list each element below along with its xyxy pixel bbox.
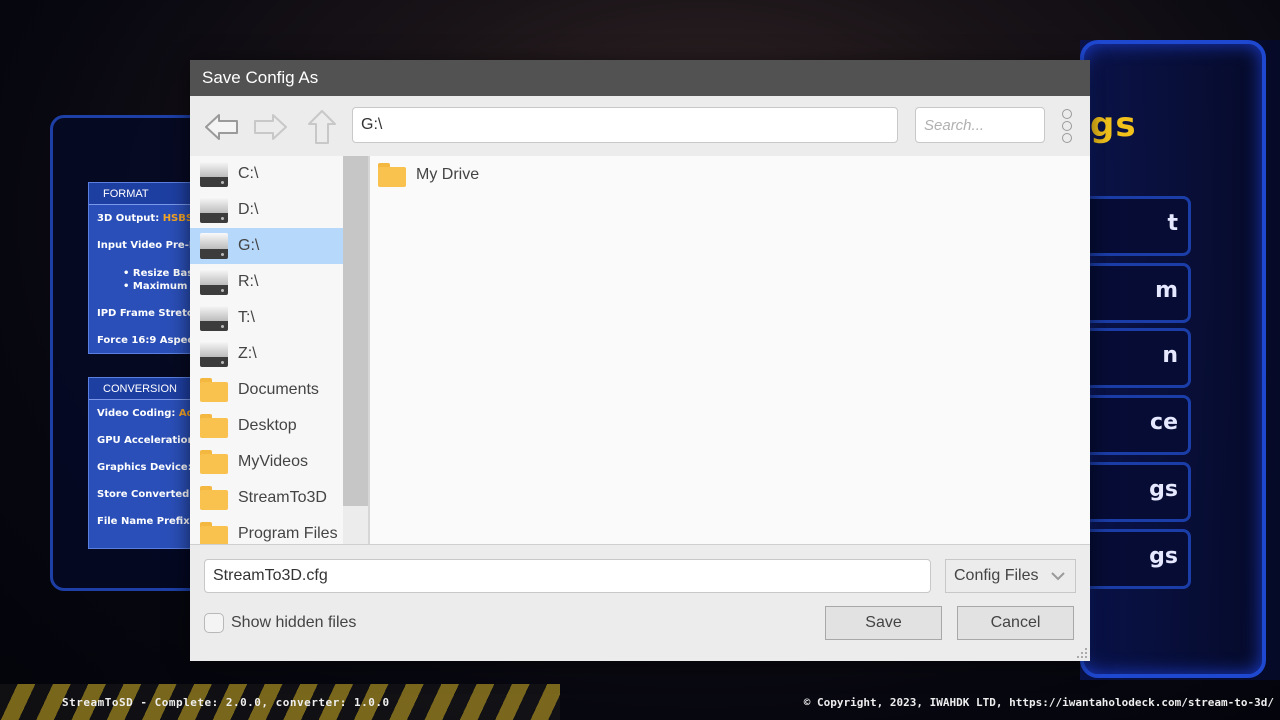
up-arrow-icon bbox=[308, 110, 336, 144]
folder-icon bbox=[200, 449, 228, 475]
format-header: FORMAT bbox=[89, 183, 194, 205]
sidebar-item-g-drive[interactable]: G:\ bbox=[190, 228, 343, 264]
drive-icon bbox=[200, 268, 228, 296]
show-hidden-label: Show hidden files bbox=[231, 614, 357, 631]
filename-input[interactable] bbox=[204, 559, 931, 593]
menu-item-3[interactable]: n bbox=[1080, 328, 1191, 388]
up-button[interactable] bbox=[304, 109, 340, 145]
sidebar-item-myvideos[interactable]: MyVideos bbox=[190, 444, 368, 480]
sidebar-scrollbar[interactable] bbox=[343, 156, 368, 544]
dialog-footer: Config Files Show hidden files Save Canc… bbox=[190, 544, 1090, 661]
chevron-down-icon bbox=[1051, 572, 1065, 581]
back-arrow-icon bbox=[205, 114, 238, 140]
format-row: IPD Frame Stretc bbox=[97, 308, 193, 319]
dialog-title: Save Config As bbox=[190, 60, 1090, 96]
copyright-text: © Copyright, 2023, IWAHDK LTD, https://i… bbox=[803, 696, 1274, 709]
save-config-dialog: Save Config As C:\ D:\ bbox=[190, 60, 1090, 661]
back-button[interactable] bbox=[204, 109, 240, 145]
file-type-select[interactable]: Config Files bbox=[945, 559, 1076, 593]
conversion-section: CONVERSION Video Coding: Adv GPU Acceler… bbox=[88, 377, 195, 549]
folder-icon bbox=[378, 162, 406, 188]
folder-icon bbox=[200, 485, 228, 511]
drive-icon bbox=[200, 196, 228, 224]
menu-item-4[interactable]: ce bbox=[1080, 395, 1191, 455]
file-item-my-drive[interactable]: My Drive bbox=[378, 162, 479, 188]
path-input[interactable] bbox=[352, 107, 898, 143]
sidebar-item-c-drive[interactable]: C:\ bbox=[190, 156, 368, 192]
file-type-value: Config Files bbox=[954, 567, 1039, 584]
folder-icon bbox=[200, 377, 228, 403]
drive-icon bbox=[200, 232, 228, 260]
menu-item-1[interactable]: t bbox=[1080, 196, 1191, 256]
folder-icon bbox=[200, 413, 228, 439]
file-list: My Drive bbox=[368, 156, 1090, 544]
drive-icon bbox=[200, 160, 228, 188]
conversion-row: Store Converted V bbox=[97, 489, 194, 500]
format-row: Force 16:9 Aspec bbox=[97, 335, 194, 346]
sidebar-item-t-drive[interactable]: T:\ bbox=[190, 300, 368, 336]
save-button[interactable]: Save bbox=[825, 606, 942, 640]
format-subrow: • Resize Bas bbox=[123, 268, 194, 279]
places-sidebar: C:\ D:\ G:\ R:\ T:\ Z:\ Documents Deskto… bbox=[190, 156, 368, 544]
version-text: StreamToSD - Complete: 2.0.0, converter:… bbox=[62, 696, 390, 709]
dialog-toolbar bbox=[190, 96, 1090, 156]
conversion-row: File Name Prefix: bbox=[97, 516, 194, 527]
search-input[interactable] bbox=[915, 107, 1045, 143]
sidebar-item-d-drive[interactable]: D:\ bbox=[190, 192, 368, 228]
menu-item-6[interactable]: gs bbox=[1080, 529, 1191, 589]
menu-item-5[interactable]: gs bbox=[1080, 462, 1191, 522]
menu-item-2[interactable]: m bbox=[1080, 263, 1191, 323]
sidebar-item-documents[interactable]: Documents bbox=[190, 372, 368, 408]
resize-grip-icon[interactable] bbox=[1076, 647, 1088, 659]
format-row: 3D Output: HSBS bbox=[97, 213, 194, 224]
sidebar-item-program-files[interactable]: Program Files bbox=[190, 516, 368, 544]
forward-arrow-icon bbox=[254, 114, 287, 140]
format-subrow: • Maximum V bbox=[123, 281, 194, 292]
conversion-row: Graphics Device: bbox=[97, 462, 192, 473]
forward-button[interactable] bbox=[252, 109, 288, 145]
folder-icon bbox=[200, 521, 228, 544]
conversion-row: Video Coding: Adv bbox=[97, 408, 194, 419]
cancel-button[interactable]: Cancel bbox=[957, 606, 1074, 640]
scrollbar-thumb[interactable] bbox=[343, 156, 368, 506]
options-menu-icon[interactable] bbox=[1060, 108, 1074, 144]
format-section: FORMAT 3D Output: HSBS Input Video Pre-P… bbox=[88, 182, 195, 354]
settings-title-fragment: gs bbox=[1090, 105, 1137, 145]
sidebar-item-z-drive[interactable]: Z:\ bbox=[190, 336, 368, 372]
sidebar-item-desktop[interactable]: Desktop bbox=[190, 408, 368, 444]
sidebar-item-streamto3d[interactable]: StreamTo3D bbox=[190, 480, 368, 516]
drive-icon bbox=[200, 304, 228, 332]
conversion-header: CONVERSION bbox=[89, 378, 194, 400]
sidebar-item-r-drive[interactable]: R:\ bbox=[190, 264, 368, 300]
show-hidden-checkbox[interactable] bbox=[204, 613, 224, 633]
show-hidden-toggle[interactable]: Show hidden files bbox=[204, 613, 356, 633]
drive-icon bbox=[200, 340, 228, 368]
format-row: Input Video Pre-P bbox=[97, 240, 194, 251]
conversion-row: GPU Acceleration bbox=[97, 435, 194, 446]
